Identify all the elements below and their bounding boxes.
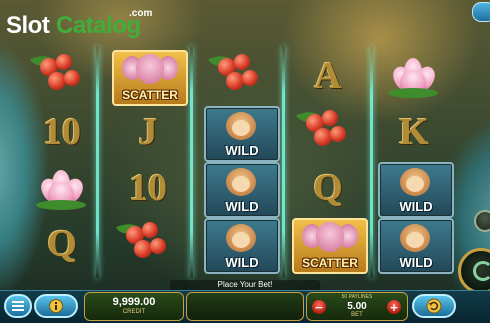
autoplay-icon bbox=[426, 298, 442, 314]
credit-label: CREDIT bbox=[122, 309, 146, 315]
monkey-face bbox=[232, 176, 250, 192]
reel-cell-cherries bbox=[22, 48, 102, 104]
win-display bbox=[186, 292, 304, 321]
reel-cell-wild: WILD bbox=[200, 216, 280, 274]
wild-label: WILD bbox=[225, 255, 259, 270]
reel-separator bbox=[370, 46, 373, 278]
lotus-flower bbox=[388, 52, 440, 100]
cherry-fruit bbox=[142, 222, 158, 238]
info-icon bbox=[49, 299, 63, 313]
wild-label: WILD bbox=[225, 199, 259, 214]
cherry-fruit bbox=[48, 72, 66, 90]
wild-frame: WILD bbox=[378, 218, 454, 274]
reel-cell-10: 10 bbox=[22, 104, 102, 160]
rank-symbol: 10 bbox=[43, 111, 81, 153]
cherry-fruit bbox=[64, 70, 80, 86]
monkey-face bbox=[232, 120, 250, 136]
wild-frame: WILD bbox=[204, 162, 280, 218]
cherry-fruit bbox=[56, 54, 72, 70]
elephant-head bbox=[316, 222, 344, 252]
top-right-button[interactable] bbox=[472, 2, 490, 22]
info-button[interactable] bbox=[34, 294, 78, 318]
monkey-face bbox=[232, 232, 250, 248]
reel-cell-wild: WILD bbox=[374, 216, 454, 274]
reel-cell-scatter: SCATTER bbox=[108, 48, 188, 106]
slotcatalog-logo: Slot Catalog .com bbox=[6, 8, 156, 42]
cherry-fruit bbox=[242, 70, 258, 86]
reel-cell-A: A bbox=[288, 48, 368, 104]
rank-symbol: K bbox=[399, 111, 429, 153]
rank-symbol: Q bbox=[313, 167, 343, 209]
spin-icon bbox=[473, 261, 490, 281]
cherry-fruit bbox=[322, 110, 338, 126]
lotus-flower bbox=[36, 164, 88, 212]
rank-symbol: 10 bbox=[129, 167, 167, 209]
reel-cell-cherries bbox=[288, 104, 368, 160]
reel-separator bbox=[190, 46, 193, 278]
wild-label: WILD bbox=[225, 143, 259, 158]
rank-symbol: J bbox=[138, 111, 158, 153]
monkey-face bbox=[406, 232, 424, 248]
scatter-label: SCATTER bbox=[302, 256, 358, 270]
monkey-face bbox=[406, 176, 424, 192]
reel-cell-10: 10 bbox=[108, 160, 188, 216]
reel-cell-wild: WILD bbox=[374, 160, 454, 218]
reel-cell-lotus bbox=[374, 48, 454, 104]
lotus-leaf bbox=[36, 200, 86, 210]
cherry-fruit bbox=[314, 128, 332, 146]
reel-cell-lotus bbox=[22, 160, 102, 216]
cherry-fruit bbox=[330, 126, 346, 142]
logo-com-text: .com bbox=[129, 8, 153, 19]
scatter-frame: SCATTER bbox=[292, 218, 368, 274]
reel-cell-K: K bbox=[374, 104, 454, 160]
elephant-head bbox=[136, 54, 164, 84]
wild-frame: WILD bbox=[378, 162, 454, 218]
scatter-frame: SCATTER bbox=[112, 50, 188, 106]
reel-cell-J: J bbox=[108, 104, 188, 160]
cherry-fruit bbox=[150, 238, 166, 254]
reel-cell-cherries bbox=[200, 48, 280, 104]
wild-label: WILD bbox=[399, 255, 433, 270]
scatter-label: SCATTER bbox=[122, 88, 178, 102]
autoplay-button[interactable] bbox=[412, 294, 456, 318]
reel-cell-scatter: SCATTER bbox=[288, 216, 368, 274]
rank-symbol: Q bbox=[47, 223, 77, 265]
reel-cell-Q: Q bbox=[288, 160, 368, 216]
reel-cell-Q: Q bbox=[22, 216, 102, 272]
bet-increase-button[interactable]: + bbox=[387, 300, 401, 314]
rank-symbol: A bbox=[314, 55, 342, 97]
logo-slot-text: Slot bbox=[6, 12, 50, 39]
reel-separator bbox=[282, 46, 285, 278]
game-background: Slot Catalog .com 10 Q SCATTER J 10 WILD WILD W… bbox=[0, 0, 490, 323]
credit-value: 9,999.00 bbox=[112, 296, 156, 308]
wild-frame: WILD bbox=[204, 218, 280, 274]
side-control-button[interactable] bbox=[474, 210, 490, 232]
menu-icon bbox=[12, 301, 24, 311]
cherry-fruit bbox=[234, 54, 250, 70]
bet-display: − 50 PAYLINES 5.00 BET + bbox=[306, 292, 408, 321]
cherry-fruit bbox=[226, 72, 244, 90]
logo-catalog-text: Catalog bbox=[56, 12, 141, 39]
wild-frame: WILD bbox=[204, 106, 280, 162]
menu-button[interactable] bbox=[4, 294, 32, 318]
reel-cell-wild: WILD bbox=[200, 104, 280, 162]
cherry-fruit bbox=[134, 240, 152, 258]
lotus-leaf bbox=[388, 88, 438, 98]
wild-label: WILD bbox=[399, 199, 433, 214]
reel-cell-cherries bbox=[108, 216, 188, 272]
credit-display: 9,999.00 CREDIT bbox=[84, 292, 184, 321]
reel-cell-wild: WILD bbox=[200, 160, 280, 218]
